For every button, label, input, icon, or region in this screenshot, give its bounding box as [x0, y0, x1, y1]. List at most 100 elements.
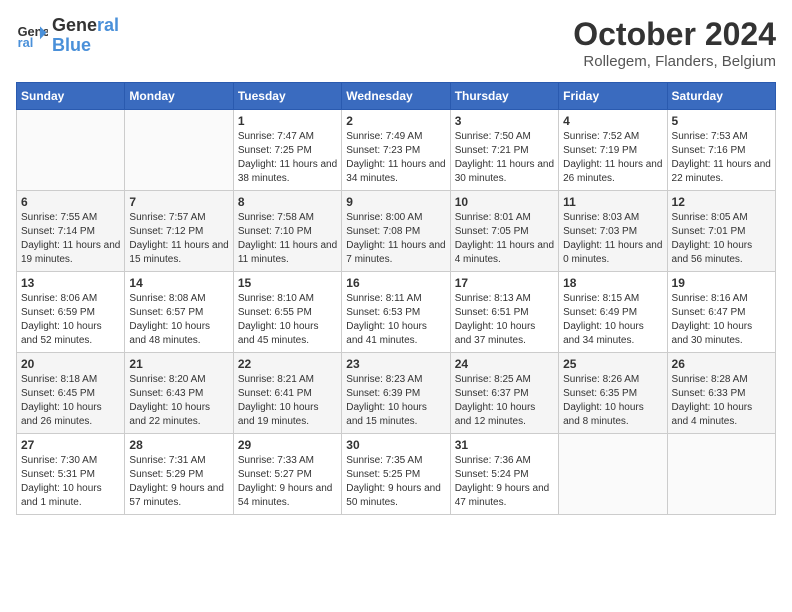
calendar-cell: 9 Sunrise: 8:00 AM Sunset: 7:08 PM Daylig… — [342, 191, 450, 272]
day-info: Sunrise: 7:35 AM Sunset: 5:25 PM Dayligh… — [346, 454, 445, 510]
weekday-tuesday: Tuesday — [233, 83, 341, 110]
day-number: 6 — [21, 195, 120, 209]
day-number: 20 — [21, 357, 120, 371]
day-info: Sunrise: 8:25 AM Sunset: 6:37 PM Dayligh… — [455, 373, 554, 429]
day-number: 7 — [129, 195, 228, 209]
day-info: Sunrise: 8:10 AM Sunset: 6:55 PM Dayligh… — [238, 292, 337, 348]
day-info: Sunrise: 7:33 AM Sunset: 5:27 PM Dayligh… — [238, 454, 337, 510]
weekday-thursday: Thursday — [450, 83, 558, 110]
calendar-cell — [125, 110, 233, 191]
day-number: 22 — [238, 357, 337, 371]
title-block: October 2024 Rollegem, Flanders, Belgium — [573, 16, 776, 70]
day-info: Sunrise: 7:49 AM Sunset: 7:23 PM Dayligh… — [346, 130, 445, 186]
day-info: Sunrise: 7:53 AM Sunset: 7:16 PM Dayligh… — [672, 130, 771, 186]
day-info: Sunrise: 8:18 AM Sunset: 6:45 PM Dayligh… — [21, 373, 120, 429]
day-number: 2 — [346, 114, 445, 128]
calendar-cell — [559, 434, 667, 515]
calendar-cell: 25 Sunrise: 8:26 AM Sunset: 6:35 PM Dayli… — [559, 353, 667, 434]
calendar-cell: 24 Sunrise: 8:25 AM Sunset: 6:37 PM Dayli… — [450, 353, 558, 434]
calendar-cell: 1 Sunrise: 7:47 AM Sunset: 7:25 PM Daylig… — [233, 110, 341, 191]
calendar-cell: 28 Sunrise: 7:31 AM Sunset: 5:29 PM Dayli… — [125, 434, 233, 515]
day-number: 9 — [346, 195, 445, 209]
day-number: 27 — [21, 438, 120, 452]
day-number: 11 — [563, 195, 662, 209]
calendar-week-1: 1 Sunrise: 7:47 AM Sunset: 7:25 PM Daylig… — [17, 110, 776, 191]
day-info: Sunrise: 8:06 AM Sunset: 6:59 PM Dayligh… — [21, 292, 120, 348]
page-header: Gene ral GeneralBlue October 2024 Rolleg… — [16, 16, 776, 70]
month-title: October 2024 — [573, 16, 776, 53]
day-number: 5 — [672, 114, 771, 128]
day-number: 12 — [672, 195, 771, 209]
day-info: Sunrise: 7:31 AM Sunset: 5:29 PM Dayligh… — [129, 454, 228, 510]
day-info: Sunrise: 8:16 AM Sunset: 6:47 PM Dayligh… — [672, 292, 771, 348]
svg-text:ral: ral — [18, 35, 34, 50]
day-info: Sunrise: 8:03 AM Sunset: 7:03 PM Dayligh… — [563, 211, 662, 267]
day-info: Sunrise: 8:23 AM Sunset: 6:39 PM Dayligh… — [346, 373, 445, 429]
logo-text: GeneralBlue — [52, 16, 119, 56]
day-number: 8 — [238, 195, 337, 209]
day-info: Sunrise: 8:13 AM Sunset: 6:51 PM Dayligh… — [455, 292, 554, 348]
day-info: Sunrise: 7:55 AM Sunset: 7:14 PM Dayligh… — [21, 211, 120, 267]
calendar-cell: 6 Sunrise: 7:55 AM Sunset: 7:14 PM Daylig… — [17, 191, 125, 272]
day-info: Sunrise: 8:08 AM Sunset: 6:57 PM Dayligh… — [129, 292, 228, 348]
day-info: Sunrise: 7:52 AM Sunset: 7:19 PM Dayligh… — [563, 130, 662, 186]
day-info: Sunrise: 7:47 AM Sunset: 7:25 PM Dayligh… — [238, 130, 337, 186]
calendar-table: SundayMondayTuesdayWednesdayThursdayFrid… — [16, 82, 776, 515]
day-number: 15 — [238, 276, 337, 290]
calendar-cell: 10 Sunrise: 8:01 AM Sunset: 7:05 PM Dayli… — [450, 191, 558, 272]
calendar-cell: 21Sunrise: 8:20 AM Sunset: 6:43 PM Dayli… — [125, 353, 233, 434]
day-info: Sunrise: 8:21 AM Sunset: 6:41 PM Dayligh… — [238, 373, 337, 429]
calendar-cell: 18Sunrise: 8:15 AM Sunset: 6:49 PM Dayli… — [559, 272, 667, 353]
calendar-cell: 27Sunrise: 7:30 AM Sunset: 5:31 PM Dayli… — [17, 434, 125, 515]
calendar-cell — [17, 110, 125, 191]
calendar-week-5: 27Sunrise: 7:30 AM Sunset: 5:31 PM Dayli… — [17, 434, 776, 515]
calendar-cell: 8 Sunrise: 7:58 AM Sunset: 7:10 PM Daylig… — [233, 191, 341, 272]
day-info: Sunrise: 7:57 AM Sunset: 7:12 PM Dayligh… — [129, 211, 228, 267]
calendar-cell: 19 Sunrise: 8:16 AM Sunset: 6:47 PM Dayli… — [667, 272, 775, 353]
day-info: Sunrise: 7:50 AM Sunset: 7:21 PM Dayligh… — [455, 130, 554, 186]
day-number: 10 — [455, 195, 554, 209]
day-number: 31 — [455, 438, 554, 452]
calendar-cell: 11 Sunrise: 8:03 AM Sunset: 7:03 PM Dayli… — [559, 191, 667, 272]
calendar-cell: 26Sunrise: 8:28 AM Sunset: 6:33 PM Dayli… — [667, 353, 775, 434]
logo: Gene ral GeneralBlue — [16, 16, 119, 56]
day-number: 13 — [21, 276, 120, 290]
day-number: 30 — [346, 438, 445, 452]
calendar-header: SundayMondayTuesdayWednesdayThursdayFrid… — [17, 83, 776, 110]
calendar-cell: 13 Sunrise: 8:06 AM Sunset: 6:59 PM Dayli… — [17, 272, 125, 353]
calendar-cell: 20 Sunrise: 8:18 AM Sunset: 6:45 PM Dayli… — [17, 353, 125, 434]
calendar-cell: 2 Sunrise: 7:49 AM Sunset: 7:23 PM Daylig… — [342, 110, 450, 191]
calendar-cell: 5 Sunrise: 7:53 AM Sunset: 7:16 PM Daylig… — [667, 110, 775, 191]
day-info: Sunrise: 8:00 AM Sunset: 7:08 PM Dayligh… — [346, 211, 445, 267]
day-number: 25 — [563, 357, 662, 371]
weekday-monday: Monday — [125, 83, 233, 110]
calendar-cell: 30 Sunrise: 7:35 AM Sunset: 5:25 PM Dayli… — [342, 434, 450, 515]
calendar-week-4: 20 Sunrise: 8:18 AM Sunset: 6:45 PM Dayli… — [17, 353, 776, 434]
location: Rollegem, Flanders, Belgium — [573, 53, 776, 70]
day-number: 28 — [129, 438, 228, 452]
day-number: 29 — [238, 438, 337, 452]
calendar-week-2: 6 Sunrise: 7:55 AM Sunset: 7:14 PM Daylig… — [17, 191, 776, 272]
day-number: 19 — [672, 276, 771, 290]
day-number: 1 — [238, 114, 337, 128]
calendar-week-3: 13 Sunrise: 8:06 AM Sunset: 6:59 PM Dayli… — [17, 272, 776, 353]
day-info: Sunrise: 8:01 AM Sunset: 7:05 PM Dayligh… — [455, 211, 554, 267]
calendar-cell: 12 Sunrise: 8:05 AM Sunset: 7:01 PM Dayli… — [667, 191, 775, 272]
calendar-cell: 14 Sunrise: 8:08 AM Sunset: 6:57 PM Dayli… — [125, 272, 233, 353]
weekday-sunday: Sunday — [17, 83, 125, 110]
day-number: 26 — [672, 357, 771, 371]
calendar-cell: 29 Sunrise: 7:33 AM Sunset: 5:27 PM Dayli… — [233, 434, 341, 515]
day-info: Sunrise: 8:05 AM Sunset: 7:01 PM Dayligh… — [672, 211, 771, 267]
calendar-cell — [667, 434, 775, 515]
day-info: Sunrise: 8:11 AM Sunset: 6:53 PM Dayligh… — [346, 292, 445, 348]
day-number: 21 — [129, 357, 228, 371]
day-number: 14 — [129, 276, 228, 290]
day-number: 24 — [455, 357, 554, 371]
day-info: Sunrise: 8:26 AM Sunset: 6:35 PM Dayligh… — [563, 373, 662, 429]
calendar-cell: 17Sunrise: 8:13 AM Sunset: 6:51 PM Dayli… — [450, 272, 558, 353]
weekday-header-row: SundayMondayTuesdayWednesdayThursdayFrid… — [17, 83, 776, 110]
weekday-wednesday: Wednesday — [342, 83, 450, 110]
day-info: Sunrise: 7:58 AM Sunset: 7:10 PM Dayligh… — [238, 211, 337, 267]
calendar-cell: 23Sunrise: 8:23 AM Sunset: 6:39 PM Dayli… — [342, 353, 450, 434]
calendar-cell: 7 Sunrise: 7:57 AM Sunset: 7:12 PM Daylig… — [125, 191, 233, 272]
